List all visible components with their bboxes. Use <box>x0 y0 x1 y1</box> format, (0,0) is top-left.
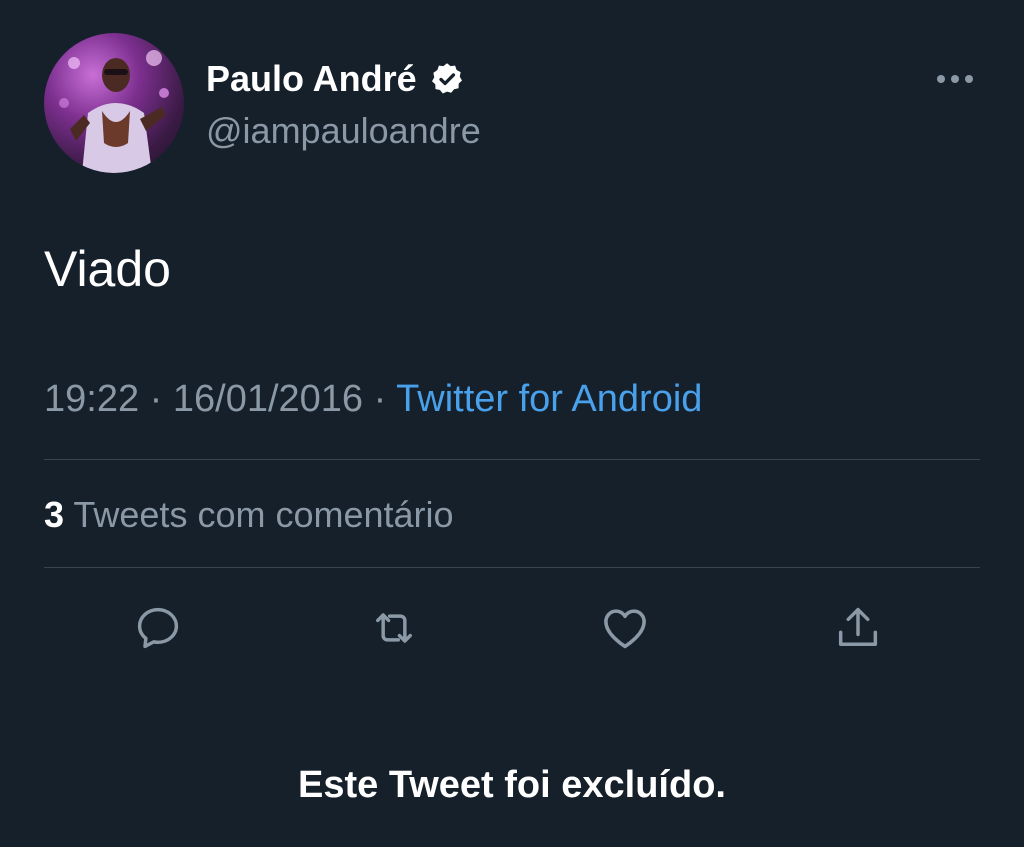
quote-count: 3 <box>44 494 65 535</box>
user-handle[interactable]: @iampauloandre <box>206 110 481 152</box>
more-options-icon <box>937 75 973 83</box>
tweet-detail-view: Paulo André @iampauloandre Viado 19:22 ·… <box>0 0 1024 847</box>
like-button[interactable] <box>597 600 653 656</box>
divider <box>44 567 980 568</box>
verified-badge-icon <box>429 61 465 97</box>
display-name[interactable]: Paulo André <box>206 58 465 100</box>
quote-label: Tweets com comentário <box>73 494 454 535</box>
retweet-button[interactable] <box>366 600 422 656</box>
meta-separator: · <box>149 378 163 420</box>
quote-tweets-stat[interactable]: 3 Tweets com comentário <box>44 494 454 536</box>
share-button[interactable] <box>830 600 886 656</box>
share-icon <box>838 607 878 646</box>
tweet-source-link[interactable]: Twitter for Android <box>396 378 702 420</box>
tweet-text: Viado <box>44 241 171 297</box>
tweet-date[interactable]: 16/01/2016 <box>173 378 363 420</box>
divider <box>44 459 980 460</box>
reply-icon <box>137 607 179 649</box>
more-options-button[interactable] <box>930 62 980 96</box>
reply-button[interactable] <box>130 600 186 656</box>
avatar-photo <box>59 50 169 173</box>
retweet-icon <box>376 613 412 643</box>
heart-icon <box>604 609 646 649</box>
avatar[interactable] <box>44 33 184 173</box>
tweet-actions-bar <box>0 600 1024 656</box>
meta-separator: · <box>373 378 387 420</box>
deleted-tweet-notice: Este Tweet foi excluído. <box>298 764 726 806</box>
display-name-text: Paulo André <box>206 58 417 99</box>
tweet-meta: 19:22 · 16/01/2016 · Twitter for Android <box>44 378 702 421</box>
tweet-time[interactable]: 19:22 <box>44 378 139 420</box>
